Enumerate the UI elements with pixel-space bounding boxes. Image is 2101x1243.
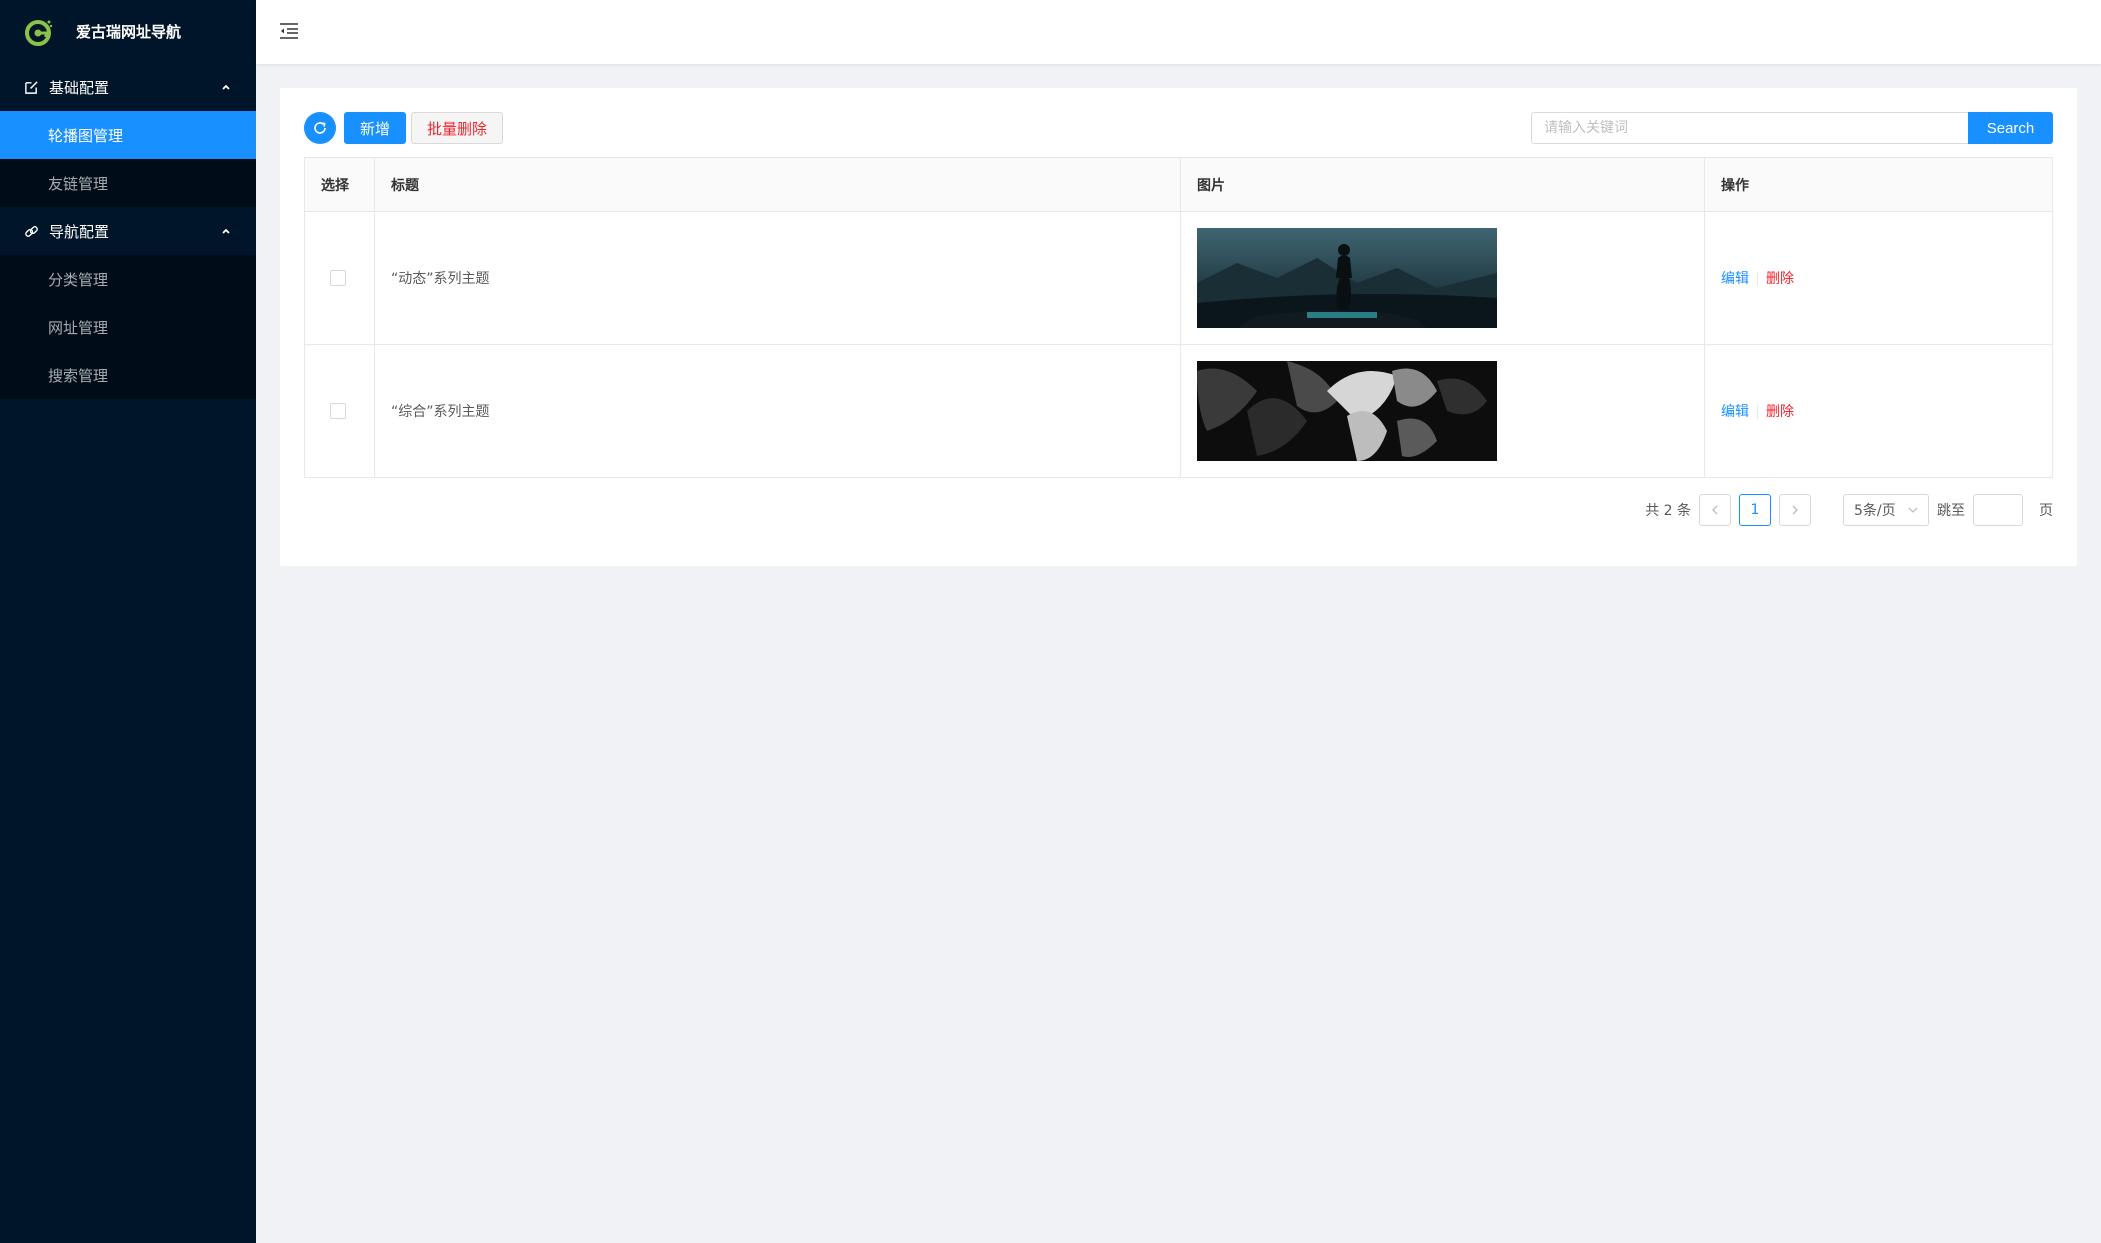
submenu-basic-config: 轮播图管理 友链管理 bbox=[0, 111, 256, 207]
cell-select bbox=[304, 211, 375, 345]
cell-select bbox=[304, 344, 375, 478]
delete-link[interactable]: 删除 bbox=[1766, 404, 1794, 420]
sidebar-item-label: 轮播图管理 bbox=[48, 126, 124, 145]
menu-group-label: 基础配置 bbox=[49, 78, 110, 97]
cell-title: “动态”系列主题 bbox=[374, 211, 1181, 345]
toolbar: 新增 批量删除 Search bbox=[304, 112, 2053, 144]
cell-actions: 编辑 删除 bbox=[1704, 211, 2053, 345]
menu-group-basic-config[interactable]: 基础配置 bbox=[0, 63, 256, 111]
cell-actions: 编辑 删除 bbox=[1704, 344, 2053, 478]
chevron-down-icon bbox=[1908, 507, 1918, 513]
page-button-current[interactable]: 1 bbox=[1739, 494, 1771, 526]
column-header-title: 标题 bbox=[374, 157, 1181, 212]
divider bbox=[1757, 272, 1758, 286]
column-header-select: 选择 bbox=[304, 157, 375, 212]
column-header-actions: 操作 bbox=[1704, 157, 2053, 212]
prev-page-button[interactable] bbox=[1699, 494, 1731, 526]
add-button[interactable]: 新增 bbox=[344, 112, 407, 144]
sidebar-item-label: 搜索管理 bbox=[48, 366, 109, 385]
page-size-select[interactable]: 5条/页 bbox=[1843, 494, 1929, 526]
refresh-icon bbox=[314, 122, 326, 134]
page-size-label: 5条/页 bbox=[1854, 503, 1896, 519]
submenu-nav-config: 分类管理 网址管理 搜索管理 bbox=[0, 255, 256, 399]
table-row: “动态”系列主题 编辑 删除 bbox=[304, 211, 2053, 345]
page-suffix: 页 bbox=[2039, 503, 2053, 519]
jump-label: 跳至 bbox=[1937, 503, 1965, 519]
banner-thumbnail[interactable] bbox=[1197, 228, 1497, 328]
banner-table: 选择 标题 图片 操作 “动态”系列主题 编辑 删除 “综合”系列主题 编辑 删… bbox=[304, 157, 2053, 478]
cell-image bbox=[1180, 344, 1705, 478]
pagination: 共 2 条 1 5条/页 跳至 页 bbox=[1637, 494, 2053, 526]
chevron-up-icon bbox=[220, 225, 232, 237]
divider bbox=[1757, 405, 1758, 419]
sidebar-item-label: 网址管理 bbox=[48, 318, 109, 337]
table-row: “综合”系列主题 编辑 删除 bbox=[304, 344, 2053, 478]
sidebar-item-label: 分类管理 bbox=[48, 270, 109, 289]
pagination-total: 共 2 条 bbox=[1645, 503, 1691, 519]
menu-group-nav-config[interactable]: 导航配置 bbox=[0, 207, 256, 255]
top-header bbox=[256, 0, 2101, 64]
banner-thumbnail[interactable] bbox=[1197, 361, 1497, 461]
delete-link[interactable]: 删除 bbox=[1766, 271, 1794, 287]
sidebar-item-label: 友链管理 bbox=[48, 174, 109, 193]
chevron-up-icon bbox=[220, 81, 232, 93]
edit-link[interactable]: 编辑 bbox=[1721, 271, 1749, 287]
brand-title: 爱古瑞网址导航 bbox=[76, 23, 182, 41]
search-button[interactable]: Search bbox=[1968, 112, 2053, 144]
jump-page-input[interactable] bbox=[1973, 494, 2023, 526]
cell-image bbox=[1180, 211, 1705, 345]
edit-icon bbox=[24, 80, 39, 95]
search-input[interactable] bbox=[1531, 112, 1968, 144]
menu-fold-icon[interactable] bbox=[278, 20, 300, 42]
row-checkbox[interactable] bbox=[330, 403, 346, 419]
next-page-button[interactable] bbox=[1779, 494, 1811, 526]
brand-g-logo-icon bbox=[25, 19, 53, 46]
content-card: 新增 批量删除 Search 选择 标题 图片 操作 “动态”系列主题 bbox=[280, 88, 2077, 566]
sidebar: 爱古瑞网址导航 基础配置 轮播图管理 友链管理 导航配置 分类管理 网址管理 搜… bbox=[0, 0, 256, 1243]
sidebar-item-banner[interactable]: 轮播图管理 bbox=[0, 111, 256, 159]
batch-delete-button[interactable]: 批量删除 bbox=[411, 112, 504, 144]
brand[interactable]: 爱古瑞网址导航 bbox=[0, 0, 256, 63]
row-checkbox[interactable] bbox=[330, 270, 346, 286]
table-header-row: 选择 标题 图片 操作 bbox=[304, 157, 2053, 212]
link-icon bbox=[24, 224, 39, 239]
sidebar-item-friend-links[interactable]: 友链管理 bbox=[0, 159, 256, 207]
sidebar-item-search[interactable]: 搜索管理 bbox=[0, 351, 256, 399]
column-header-image: 图片 bbox=[1180, 157, 1705, 212]
refresh-button[interactable] bbox=[304, 112, 336, 144]
chevron-left-icon bbox=[1712, 505, 1718, 515]
sidebar-item-urls[interactable]: 网址管理 bbox=[0, 303, 256, 351]
chevron-right-icon bbox=[1792, 505, 1798, 515]
sidebar-item-categories[interactable]: 分类管理 bbox=[0, 255, 256, 303]
cell-title: “综合”系列主题 bbox=[374, 344, 1181, 478]
edit-link[interactable]: 编辑 bbox=[1721, 404, 1749, 420]
menu-group-label: 导航配置 bbox=[49, 222, 110, 241]
